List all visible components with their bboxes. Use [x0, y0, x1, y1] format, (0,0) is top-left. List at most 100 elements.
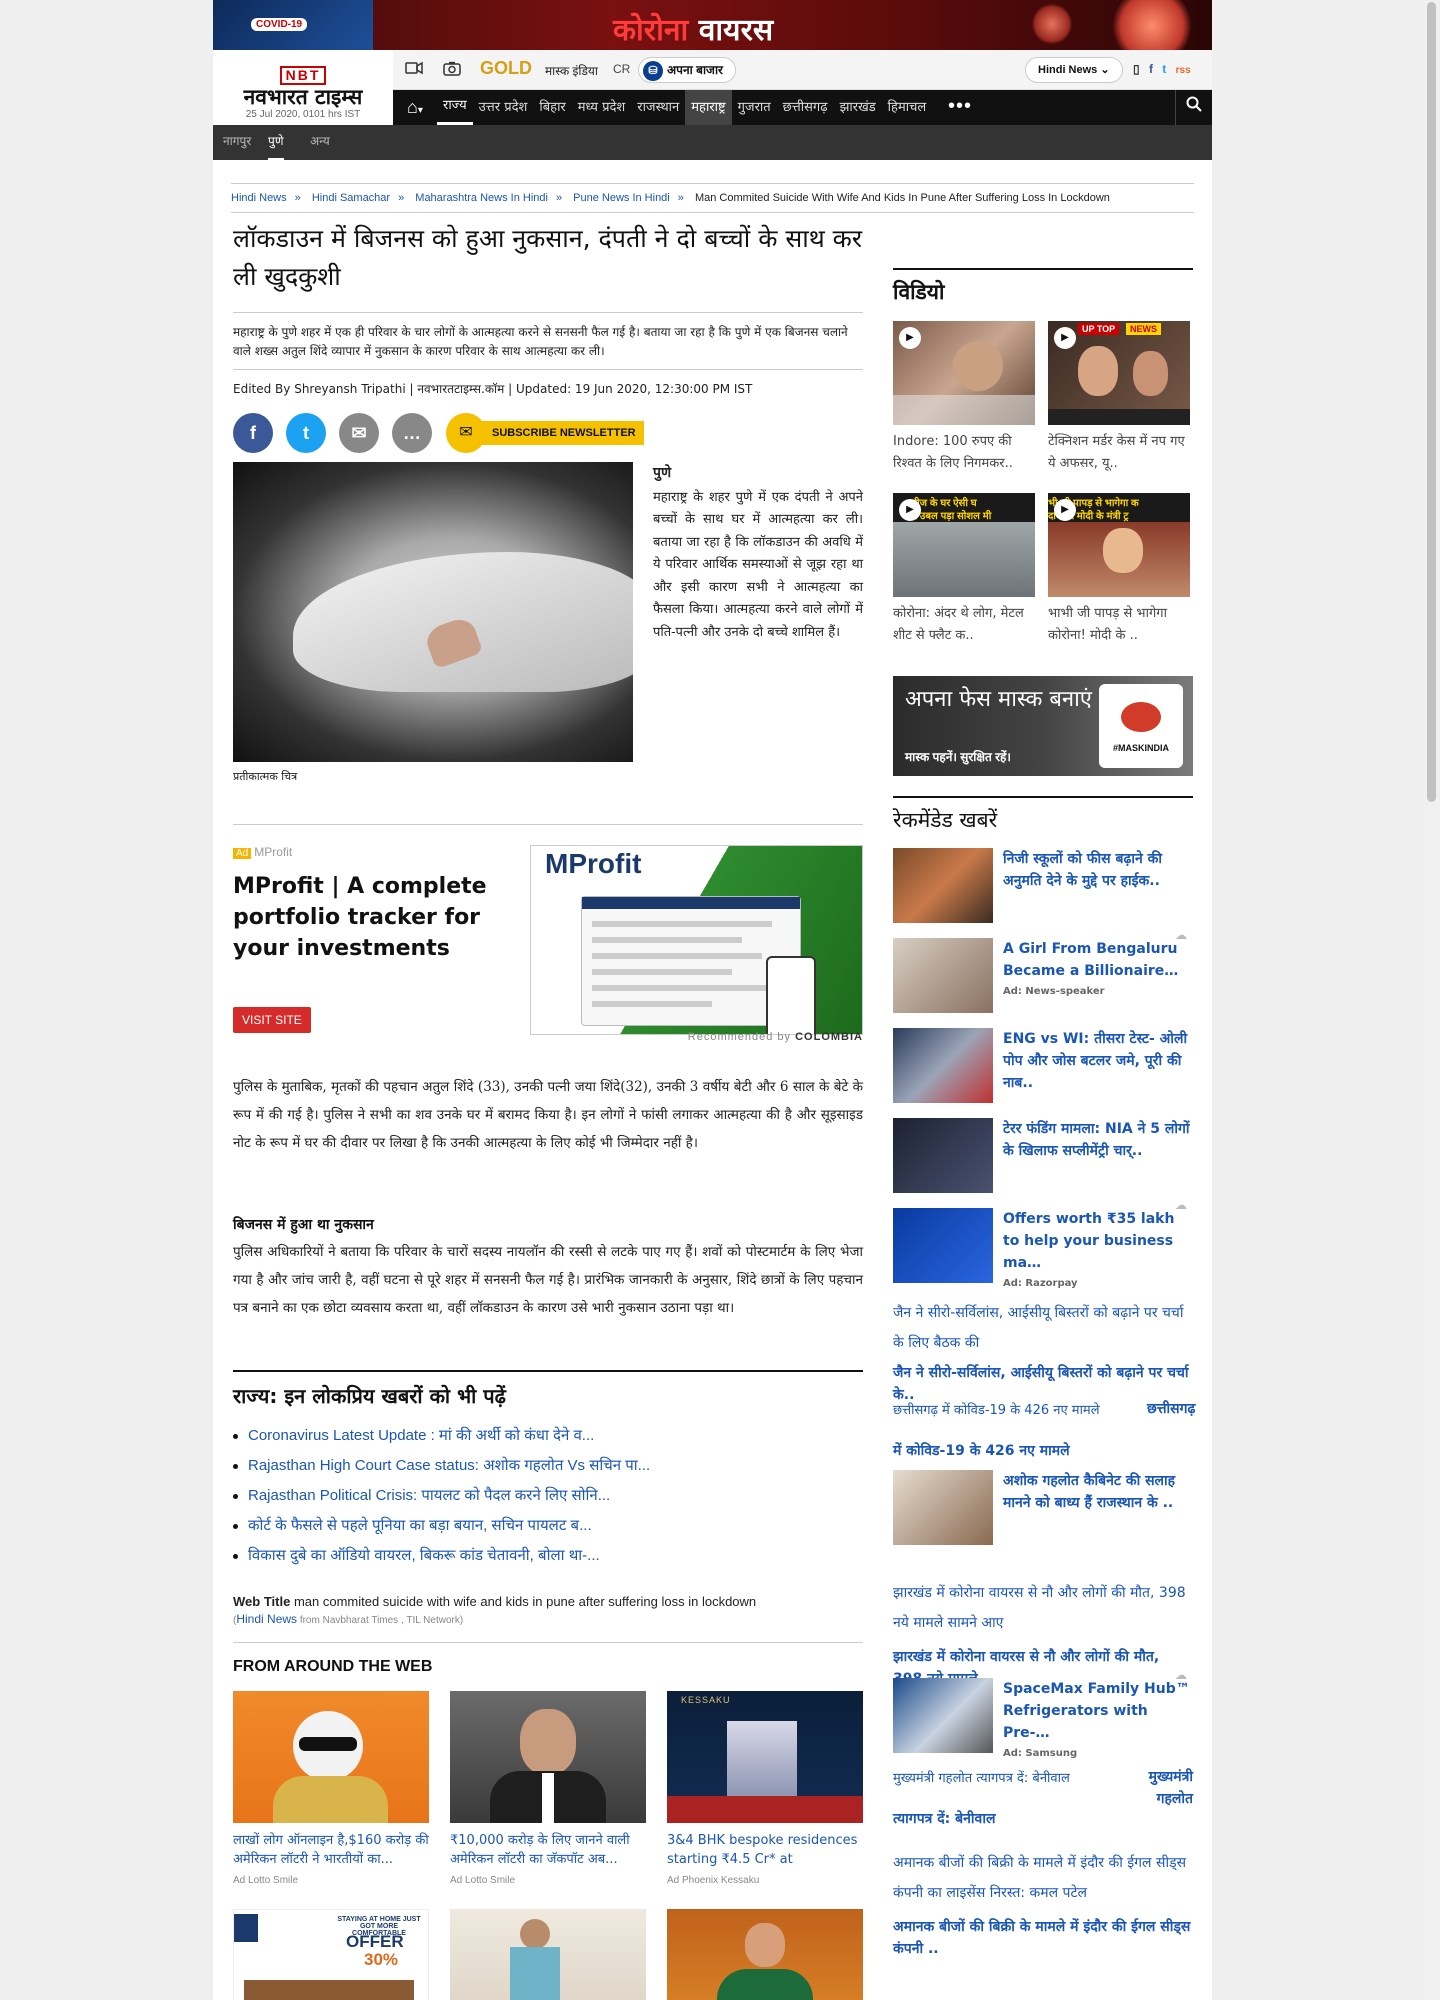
- page-scrollbar[interactable]: [1423, 0, 1440, 2000]
- nav-item-jharkhand[interactable]: झारखंड: [834, 90, 882, 125]
- nav-item-rajasthan[interactable]: राजस्थान: [631, 90, 685, 125]
- sponsored-card-image: [667, 1909, 863, 2000]
- site-logo[interactable]: NBT नवभारत टाइम्स 25 Jul 2020, 0101 hrs …: [213, 50, 393, 125]
- recommended-item[interactable]: झारखंड में कोरोना वायरस से नौ और लोगों क…: [893, 1578, 1193, 1690]
- twitter-share-icon[interactable]: t: [286, 413, 326, 453]
- facebook-icon[interactable]: f: [1149, 62, 1153, 76]
- video-card[interactable]: ▶ Indore: 100 रुपए की रिश्वत के लिए निगम…: [893, 321, 1035, 475]
- subnav-item-nagpur[interactable]: नागपुर: [223, 125, 251, 158]
- video-icon[interactable]: [405, 61, 423, 80]
- read-more-link[interactable]: Coronavirus Latest Update : मां की अर्थी…: [233, 1421, 863, 1451]
- more-menu-icon[interactable]: •••: [948, 90, 972, 122]
- logo-name: नवभारत टाइम्स: [243, 85, 363, 109]
- bazaar-icon: ⛁: [643, 60, 663, 81]
- logo-badge: NBT: [279, 66, 327, 85]
- ad-logo: MProfit: [545, 848, 642, 879]
- home-icon[interactable]: ⌂▾: [393, 90, 437, 125]
- gold-link[interactable]: GOLD: [480, 58, 532, 79]
- broken-image-alt: मुख्यमंत्री गहलोत त्यागपत्र दें: बेनीवाल: [893, 1771, 1070, 1786]
- recommended-title: ENG vs WI: तीसरा टेस्ट- ओली पोप और जोस ब…: [1003, 1031, 1188, 1091]
- ad-title[interactable]: MProfit | A complete portfolio tracker f…: [233, 871, 503, 964]
- sponsored-card-image: [233, 1691, 429, 1823]
- sidebar: विडियो ▶ Indore: 100 रुपए की रिश्वत के ल…: [893, 268, 1195, 1957]
- mobile-icon[interactable]: ▯: [1133, 62, 1140, 76]
- nav-item-bihar[interactable]: बिहार: [533, 90, 571, 125]
- recommended-title: A Girl From Bengaluru Became a Billionai…: [1003, 941, 1179, 997]
- email-share-icon[interactable]: ✉: [339, 413, 379, 453]
- nav-item-mp[interactable]: मध्य प्रदेश: [572, 90, 631, 125]
- play-icon: ▶: [899, 327, 921, 349]
- recommended-item[interactable]: छत्तीसगढ़ में कोविड-19 के 426 नए मामले छ…: [893, 1400, 1195, 1462]
- twitter-icon[interactable]: t: [1162, 62, 1166, 76]
- banner-left-image: COVID-19: [213, 0, 373, 50]
- lead-image: [233, 462, 633, 762]
- nav-item-rajya[interactable]: राज्य: [437, 90, 473, 125]
- subnav-item-pune[interactable]: पुणे: [268, 125, 284, 160]
- covid-tag: COVID-19: [251, 18, 308, 31]
- play-icon: ▶: [899, 499, 921, 521]
- comment-icon[interactable]: …: [392, 413, 432, 453]
- recommended-title-part: मुख्यमंत्री गहलोत: [1148, 1769, 1193, 1807]
- camera-icon[interactable]: [443, 61, 461, 81]
- read-more-link[interactable]: Rajasthan High Court Case status: अशोक ग…: [233, 1451, 863, 1481]
- read-more-link[interactable]: कोर्ट के फैसले से पहले पूनिया का बड़ा बय…: [233, 1511, 863, 1541]
- breadcrumb-link[interactable]: Hindi News: [231, 192, 287, 204]
- recommended-item[interactable]: अमानक बीजों की बिक्री के मामले में इंदौर…: [893, 1848, 1193, 1960]
- web-title: Web Title man commited suicide with wife…: [233, 1594, 863, 1626]
- ad-choice-icon[interactable]: ☁: [1175, 1198, 1187, 1212]
- ad-choice-icon[interactable]: ☁: [1175, 928, 1187, 942]
- breadcrumb-current: Man Commited Suicide With Wife And Kids …: [694, 192, 1110, 204]
- ad-image[interactable]: MProfit: [530, 845, 863, 1035]
- sponsored-card[interactable]: KESSAKU 3&4 BHK bespoke residences start…: [667, 1691, 863, 1886]
- recommended-item[interactable]: मुख्यमंत्री गहलोत त्यागपत्र दें: बेनीवाल…: [893, 1768, 1193, 1830]
- sponsored-card[interactable]: [450, 1909, 646, 2000]
- nav-item-himachal[interactable]: हिमाचल: [882, 90, 932, 125]
- sponsored-card-image: [450, 1691, 646, 1823]
- mask-ad-subtitle: मास्क पहनें। सुरक्षित रहें।: [905, 750, 1011, 764]
- nav-item-up[interactable]: उत्तर प्रदेश: [473, 90, 534, 125]
- subnav-item-other[interactable]: अन्य: [310, 125, 330, 158]
- recommended-section: रेकमेंडेड खबरें: [893, 796, 1193, 834]
- sponsored-ad[interactable]: Ad MProfit MProfit | A complete portfolio…: [233, 824, 863, 1064]
- breadcrumb-link[interactable]: Pune News In Hindi: [573, 192, 670, 204]
- search-icon[interactable]: [1175, 90, 1212, 125]
- play-icon: ▶: [1054, 499, 1076, 521]
- article: लॉकडाउन में बिजनस को हुआ नुकसान, दंपती न…: [233, 220, 863, 2000]
- video-card[interactable]: रीज के घर ऐसी घ र उबल पड़ा सोशल मी ▶ कोर…: [893, 493, 1035, 647]
- hindi-news-link[interactable]: Hindi News: [236, 1612, 297, 1626]
- read-more-link[interactable]: विकास दुबे का ऑडियो वायरल, बिकरू कांड चे…: [233, 1541, 863, 1571]
- sub-nav: नागपुर पुणे अन्य: [213, 125, 1212, 160]
- recommended-by: Recommended by COLOMBIA: [687, 1031, 863, 1043]
- visit-site-button[interactable]: VISIT SITE: [233, 1007, 311, 1033]
- apna-bazaar-button[interactable]: ⛁ अपना बाजार: [638, 57, 736, 83]
- scrollbar-thumb[interactable]: [1427, 2, 1436, 802]
- video-thumbnail: UP TOP NEWS ▶: [1048, 321, 1190, 425]
- broken-image-alt: झारखंड में कोरोना वायरस से नौ और लोगों क…: [893, 1585, 1186, 1631]
- nav-item-maharashtra[interactable]: महाराष्ट्र: [685, 90, 732, 125]
- nav-item-chhattisgarh[interactable]: छत्तीसगढ़: [777, 90, 834, 125]
- ad-choice-icon[interactable]: ☁: [1175, 1668, 1187, 1682]
- social-links: ▯ f t rss: [1133, 62, 1197, 76]
- article-paragraph: पुलिस अधिकारियों ने बताया कि परिवार के च…: [233, 1244, 863, 1316]
- nav-item-gujarat[interactable]: गुजरात: [732, 90, 777, 125]
- facebook-share-icon[interactable]: f: [233, 413, 273, 453]
- breadcrumb-link[interactable]: Hindi Samachar: [312, 192, 390, 204]
- language-select[interactable]: Hindi News ⌄: [1025, 57, 1123, 83]
- cr-link[interactable]: CR: [613, 62, 630, 76]
- video-card[interactable]: भी जी पापड़ से भागेगा क दावे पर मोदी के …: [1048, 493, 1190, 647]
- sponsored-card[interactable]: लाखों लोग ऑनलाइन है,$160 करोड़ की अमेरिक…: [233, 1691, 429, 1886]
- sponsored-card[interactable]: ₹10,000 करोड़ के लिए जानने वाली अमेरिकन …: [450, 1691, 646, 1886]
- video-card[interactable]: UP TOP NEWS ▶ टेक्निशन मर्डर केस में नप …: [1048, 321, 1190, 475]
- mask-india-link[interactable]: मास्क इंडिया: [545, 62, 598, 79]
- sponsored-card[interactable]: [667, 1909, 863, 2000]
- ad-label: Ad MProfit: [233, 845, 292, 859]
- read-more-link[interactable]: Rajasthan Political Crisis: पायलट को पैद…: [233, 1481, 863, 1511]
- corona-banner[interactable]: COVID-19 कोरोना वायरस: [213, 0, 1212, 66]
- recommended-thumbnail: [893, 1028, 993, 1103]
- sponsored-card[interactable]: STAYING AT HOME JUST GOT MORE COMFORTABL…: [233, 1909, 429, 2000]
- recommended-item[interactable]: जैन ने सीरो-सर्विलांस, आईसीयू बिस्तरों क…: [893, 1298, 1193, 1406]
- broken-image-alt: अमानक बीजों की बिक्री के मामले में इंदौर…: [893, 1855, 1187, 1901]
- mask-india-ad[interactable]: अपना फेस मास्क बनाएं मास्क पहनें। सुरक्ष…: [893, 676, 1193, 776]
- breadcrumb-link[interactable]: Maharashtra News In Hindi: [415, 192, 548, 204]
- rss-icon[interactable]: rss: [1176, 65, 1191, 76]
